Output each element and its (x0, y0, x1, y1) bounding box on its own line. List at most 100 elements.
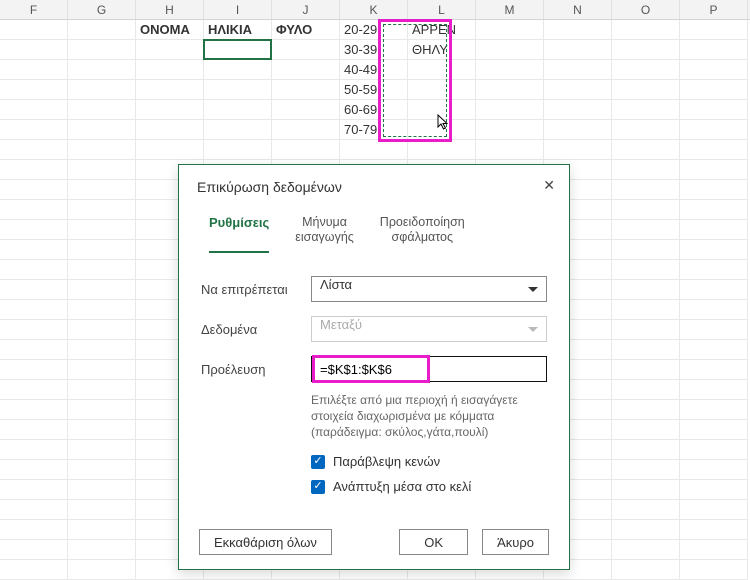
cell[interactable] (68, 440, 136, 460)
cell[interactable] (68, 300, 136, 320)
cell[interactable] (68, 540, 136, 560)
ignore-blank-row[interactable]: ✓ Παράβλεψη κενών (311, 454, 547, 469)
cell[interactable] (680, 240, 748, 260)
cell[interactable] (680, 200, 748, 220)
cell[interactable] (68, 40, 136, 60)
cell[interactable] (0, 20, 68, 40)
cell[interactable] (0, 100, 68, 120)
cell[interactable] (408, 80, 476, 100)
cell[interactable] (612, 560, 680, 580)
cell[interactable] (408, 140, 476, 160)
cell[interactable] (68, 60, 136, 80)
col-header[interactable]: P (680, 0, 748, 19)
cell[interactable] (680, 20, 748, 40)
cell[interactable] (612, 520, 680, 540)
cell[interactable] (68, 320, 136, 340)
cell[interactable] (0, 200, 68, 220)
cell[interactable] (612, 20, 680, 40)
cell[interactable] (272, 120, 340, 140)
cell[interactable] (476, 140, 544, 160)
cell[interactable] (612, 160, 680, 180)
cell[interactable] (680, 540, 748, 560)
cell[interactable] (612, 480, 680, 500)
cell[interactable] (680, 180, 748, 200)
cell[interactable] (136, 40, 204, 60)
cell[interactable] (0, 40, 68, 60)
cell[interactable] (204, 100, 272, 120)
cell[interactable] (136, 60, 204, 80)
cell[interactable] (0, 80, 68, 100)
cell[interactable] (0, 540, 68, 560)
cell[interactable] (544, 60, 612, 80)
cell[interactable]: ΑΡΡΕΝ (408, 20, 476, 40)
cell[interactable] (136, 140, 204, 160)
cell[interactable] (0, 60, 68, 80)
cell[interactable] (0, 360, 68, 380)
cell[interactable] (612, 120, 680, 140)
col-header[interactable]: N (544, 0, 612, 19)
cell[interactable] (544, 120, 612, 140)
cell[interactable] (0, 340, 68, 360)
cell[interactable] (68, 480, 136, 500)
cell[interactable] (612, 400, 680, 420)
cell[interactable]: 50-59 (340, 80, 408, 100)
cell[interactable] (340, 140, 408, 160)
cell[interactable] (0, 520, 68, 540)
cell[interactable] (68, 380, 136, 400)
cell[interactable] (680, 360, 748, 380)
cell[interactable] (0, 300, 68, 320)
cell[interactable] (612, 300, 680, 320)
col-header[interactable]: K (340, 0, 408, 19)
checkbox-checked-icon[interactable]: ✓ (311, 455, 325, 469)
cell[interactable] (612, 260, 680, 280)
cell[interactable] (612, 440, 680, 460)
cell[interactable] (680, 60, 748, 80)
cell[interactable] (0, 280, 68, 300)
cell[interactable] (0, 460, 68, 480)
tab-settings[interactable]: Ρυθμίσεις (209, 215, 269, 253)
cell[interactable] (476, 40, 544, 60)
cell[interactable]: 30-39 (340, 40, 408, 60)
cell[interactable] (680, 500, 748, 520)
cell[interactable] (68, 340, 136, 360)
cell[interactable] (0, 120, 68, 140)
cell[interactable] (68, 520, 136, 540)
cell[interactable] (68, 20, 136, 40)
cell[interactable] (612, 140, 680, 160)
cell[interactable] (680, 560, 748, 580)
cell[interactable] (0, 260, 68, 280)
cell[interactable] (68, 140, 136, 160)
source-input[interactable] (312, 357, 546, 381)
cell[interactable] (408, 60, 476, 80)
cell[interactable] (0, 440, 68, 460)
dialog-title-bar[interactable]: Επικύρωση δεδομένων ✕ (179, 165, 569, 207)
checkbox-checked-icon[interactable]: ✓ (311, 480, 325, 494)
cell[interactable] (612, 40, 680, 60)
cell[interactable] (680, 80, 748, 100)
cell[interactable] (272, 100, 340, 120)
tab-error-alert[interactable]: Προειδοποίηση σφάλματος (380, 215, 465, 253)
cell[interactable] (68, 280, 136, 300)
cell[interactable] (0, 480, 68, 500)
cell[interactable] (68, 120, 136, 140)
tab-input-message[interactable]: Μήνυμα εισαγωγής (295, 215, 354, 253)
col-header[interactable]: G (68, 0, 136, 19)
cell[interactable] (680, 100, 748, 120)
cell[interactable] (0, 240, 68, 260)
cell[interactable] (68, 420, 136, 440)
cell[interactable] (544, 20, 612, 40)
cell[interactable] (136, 80, 204, 100)
cell[interactable] (272, 40, 340, 60)
cell[interactable] (204, 60, 272, 80)
cell[interactable] (680, 480, 748, 500)
col-header[interactable]: J (272, 0, 340, 19)
cell[interactable] (0, 160, 68, 180)
cell[interactable]: 60-69 (340, 100, 408, 120)
col-header[interactable]: M (476, 0, 544, 19)
cell[interactable] (680, 380, 748, 400)
cell[interactable] (476, 20, 544, 40)
cell[interactable] (544, 80, 612, 100)
cell[interactable] (680, 340, 748, 360)
cell[interactable] (476, 120, 544, 140)
cell[interactable] (612, 460, 680, 480)
